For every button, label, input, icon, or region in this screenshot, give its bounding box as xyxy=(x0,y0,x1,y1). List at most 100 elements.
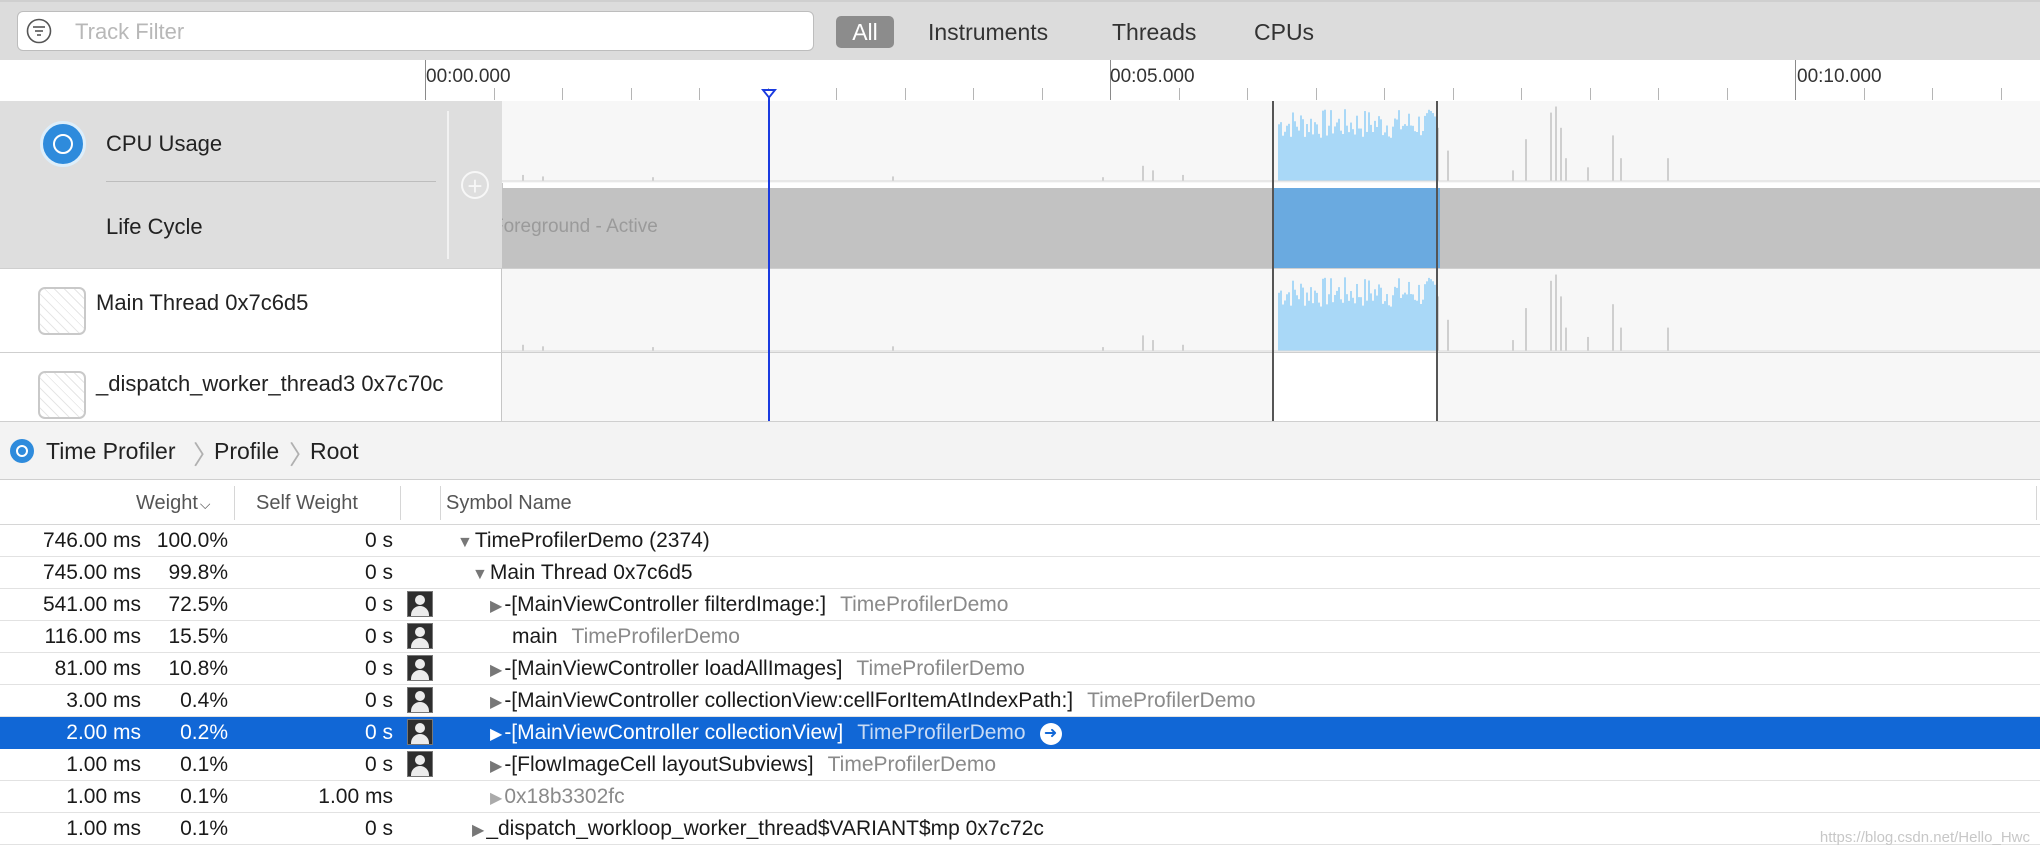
activity-spike xyxy=(1525,139,1527,181)
self-weight: 0 s xyxy=(364,593,393,616)
cpu-usage-graph xyxy=(502,106,2040,182)
call-tree-row[interactable]: 541.00 ms 72.5% 0 s ▶-[MainViewController f… xyxy=(0,589,2040,621)
track-filter-input[interactable] xyxy=(73,17,797,47)
activity-bar xyxy=(1384,301,1386,351)
symbol-name: -[MainViewController collectionView] xyxy=(504,721,844,744)
disclosure-closed-icon[interactable]: ▶ xyxy=(490,756,502,776)
weight-percent: 10.8% xyxy=(168,657,228,680)
scope-all-button[interactable]: All xyxy=(836,16,894,48)
activity-bar xyxy=(1436,119,1438,181)
activity-bar xyxy=(1316,292,1318,351)
filter-icon xyxy=(26,18,52,44)
timeline-ruler[interactable]: 00:00.000 00:05.000 00:10.000 xyxy=(0,60,2040,102)
activity-bar xyxy=(1348,132,1350,181)
activity-bar xyxy=(1398,278,1400,351)
activity-bar xyxy=(1358,297,1360,351)
worker-thread-lane[interactable] xyxy=(502,352,2040,421)
go-arrow-icon[interactable]: ➜ xyxy=(1039,723,1062,745)
activity-bar xyxy=(1332,302,1334,351)
activity-bar xyxy=(1434,116,1436,181)
user-code-icon xyxy=(407,687,433,713)
activity-bar xyxy=(1310,287,1312,351)
disclosure-closed-icon[interactable]: ▶ xyxy=(472,820,484,840)
weight-ms: 541.00 ms xyxy=(42,593,141,616)
playhead-line[interactable] xyxy=(768,96,770,421)
header-separator xyxy=(447,111,449,259)
scope-cpus-button[interactable]: CPUs xyxy=(1254,16,1314,48)
main-thread-label: Main Thread 0x7c6d5 xyxy=(96,290,309,315)
cpu-usage-lane[interactable] xyxy=(502,101,2040,183)
activity-spike xyxy=(1152,340,1154,351)
ruler-minor-tick xyxy=(562,88,563,100)
activity-bar xyxy=(1382,135,1384,181)
activity-bar xyxy=(1356,283,1358,351)
symbol-cell: ▶-[FlowImageCell layoutSubviews] TimeProf… xyxy=(490,753,996,777)
weight-percent: 0.2% xyxy=(180,721,228,744)
symbol-name: TimeProfilerDemo (2374) xyxy=(474,529,710,552)
main-thread-track-header[interactable]: Main Thread 0x7c6d5 xyxy=(0,268,502,352)
call-tree-row[interactable]: 1.00 ms 0.1% 0 s ▶_dispatch_workloop_worker… xyxy=(0,813,2040,845)
call-tree-row[interactable]: 745.00 ms 99.8% 0 s ▼Main Thread 0x7c6d5 xyxy=(0,557,2040,589)
disclosure-closed-icon[interactable]: ▶ xyxy=(490,692,502,712)
worker-thread-label: _dispatch_worker_thread3 0x7c70c xyxy=(96,371,444,396)
breadcrumb-root[interactable]: Root xyxy=(310,438,359,465)
weight-ms: 2.00 ms xyxy=(66,721,141,744)
self-weight: 0 s xyxy=(364,721,393,744)
activity-bar xyxy=(1310,118,1312,181)
disclosure-open-icon[interactable]: ▼ xyxy=(472,566,488,584)
call-tree-row[interactable]: 81.00 ms 10.8% 0 s ▶-[MainViewController lo… xyxy=(0,653,2040,685)
playhead-handle-inner xyxy=(765,91,773,96)
track-filter-field[interactable] xyxy=(17,11,814,51)
call-tree-row[interactable]: 116.00 ms 15.5% 0 s main TimeProfilerDemo xyxy=(0,621,2040,653)
activity-bar xyxy=(1432,281,1434,351)
activity-bar xyxy=(1302,119,1304,181)
scope-threads-button[interactable]: Threads xyxy=(1112,16,1196,48)
activity-spike xyxy=(1447,150,1449,181)
self-weight-column-header[interactable]: Self Weight xyxy=(256,492,358,515)
main-thread-lane[interactable] xyxy=(502,268,2040,352)
disclosure-closed-icon[interactable]: ▶ xyxy=(490,788,502,808)
activity-bar xyxy=(1292,112,1294,181)
activity-bar xyxy=(1400,297,1402,351)
user-code-icon xyxy=(407,655,433,681)
add-track-icon[interactable]: + xyxy=(461,171,489,199)
call-tree-row[interactable]: 746.00 ms 100.0% 0 s ▼TimeProfilerDemo (237… xyxy=(0,525,2040,557)
call-tree-row[interactable]: 1.00 ms 0.1% 0 s ▶-[FlowImageCell layoutSub… xyxy=(0,749,2040,781)
breadcrumb-profile[interactable]: Profile xyxy=(214,438,279,465)
ruler-label-0s: 00:00.000 xyxy=(426,66,511,87)
activity-bar xyxy=(1346,294,1348,351)
disclosure-closed-icon[interactable]: ▶ xyxy=(490,724,502,744)
activity-bar xyxy=(1376,295,1378,351)
breadcrumb-time-profiler[interactable]: Time Profiler xyxy=(46,438,176,465)
disclosure-closed-icon[interactable]: ▶ xyxy=(490,660,502,680)
scope-instruments-button[interactable]: Instruments xyxy=(928,16,1048,48)
activity-spike xyxy=(1102,177,1104,181)
call-tree-row[interactable]: 2.00 ms 0.2% 0 s ▶-[MainViewController coll… xyxy=(0,717,2040,749)
column-divider xyxy=(400,486,401,520)
activity-bar xyxy=(1426,281,1428,351)
activity-bar xyxy=(1384,132,1386,181)
activity-bar xyxy=(1420,303,1422,351)
activity-bar xyxy=(1408,113,1410,181)
worker-thread-track-header[interactable]: _dispatch_worker_thread3 0x7c70c xyxy=(0,352,502,421)
ruler-minor-tick xyxy=(1316,88,1317,100)
user-code-icon xyxy=(407,719,433,745)
disclosure-open-icon[interactable]: ▼ xyxy=(457,534,473,552)
disclosure-closed-icon[interactable]: ▶ xyxy=(490,596,502,616)
self-weight: 0 s xyxy=(364,817,393,840)
activity-bar xyxy=(1318,133,1320,181)
call-tree-row[interactable]: 3.00 ms 0.4% 0 s ▶-[MainViewController coll… xyxy=(0,685,2040,717)
activity-bar xyxy=(1366,131,1368,181)
activity-bar xyxy=(1418,116,1420,181)
cpu-usage-track-header[interactable]: CPU Usage Life Cycle + xyxy=(0,101,503,268)
symbol-name-column-header[interactable]: Symbol Name xyxy=(446,492,572,515)
call-tree-row[interactable]: 1.00 ms 0.1% 1.00 ms ▶0x18b3302fc xyxy=(0,781,2040,813)
life-cycle-lane[interactable]: Foreground - Active xyxy=(502,188,2040,268)
activity-bar xyxy=(1424,284,1426,351)
ruler-minor-tick xyxy=(1658,88,1659,100)
activity-bar xyxy=(1422,299,1424,351)
activity-bar xyxy=(1412,294,1414,351)
activity-bar xyxy=(1374,289,1376,351)
weight-column-header[interactable]: Weight ⌵ xyxy=(136,492,211,515)
life-cycle-label: Life Cycle xyxy=(106,214,203,239)
